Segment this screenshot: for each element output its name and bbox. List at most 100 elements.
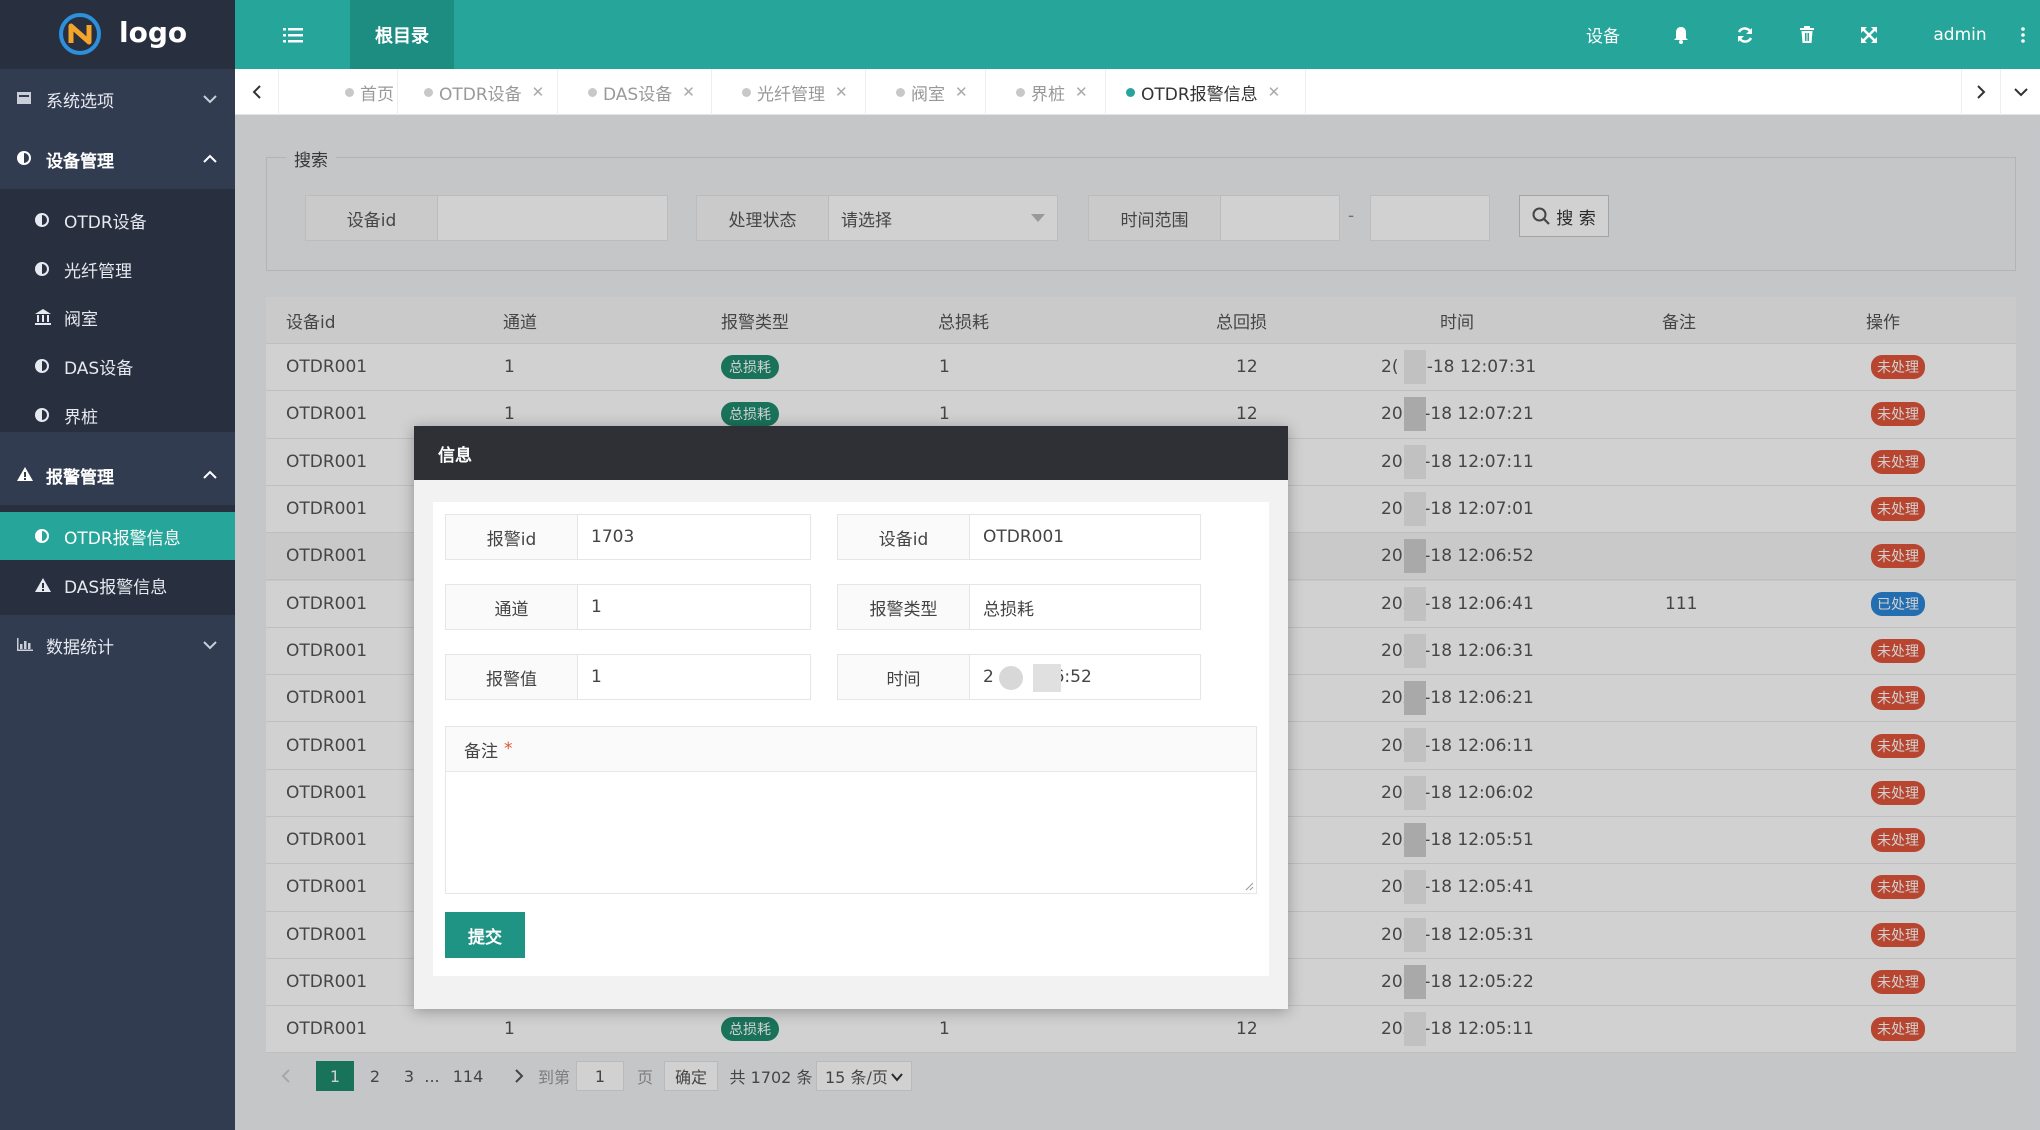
- close-icon[interactable]: ✕: [1268, 83, 1281, 101]
- close-icon[interactable]: ✕: [955, 83, 968, 101]
- chevron-down-icon: [203, 640, 217, 650]
- remark-label: 备注 *: [445, 726, 1257, 772]
- sidebar-item-otdr-device[interactable]: OTDR设备: [0, 196, 235, 244]
- logo-icon: [58, 12, 102, 56]
- modal-body: 报警id 1703 设备id OTDR001 通道 1 报警类型 总损耗 报警值…: [433, 502, 1269, 976]
- chevron-up-icon: [203, 154, 217, 164]
- logo-text: logo: [119, 16, 188, 49]
- tab-bar: 首页 OTDR设备 ✕ DAS设备 ✕ 光纤管理 ✕ 阀室 ✕ 界桩 ✕ OTDR报警信息…: [235, 69, 2040, 115]
- tab-label: 界桩: [1031, 84, 1065, 105]
- menu-toggle-icon[interactable]: [235, 0, 350, 69]
- tab-home[interactable]: 首页: [279, 69, 398, 115]
- alarm-value-field[interactable]: 1: [577, 654, 811, 700]
- submit-button[interactable]: 提交: [445, 912, 525, 958]
- fullscreen-icon[interactable]: [1849, 0, 1889, 69]
- half-circle-icon: [34, 212, 52, 230]
- info-modal: 信息 报警id 1703 设备id OTDR001 通道 1 报警类型 总损耗 …: [414, 426, 1288, 1009]
- sidebar-item-das-alarm[interactable]: DAS报警信息: [0, 561, 235, 609]
- sidebar-item-boundary-marker[interactable]: 界桩: [0, 391, 235, 439]
- half-circle-icon: [34, 261, 52, 279]
- tab-valve-room[interactable]: 阀室 ✕: [866, 69, 986, 115]
- channel-field[interactable]: 1: [577, 584, 811, 630]
- menu-label: 报警管理: [46, 467, 114, 488]
- alarm-id-label: 报警id: [445, 514, 578, 560]
- user-menu[interactable]: admin: [1915, 0, 2005, 69]
- card-icon: [16, 90, 34, 108]
- bell-icon[interactable]: [1661, 0, 1701, 69]
- sidebar-item-label: 阀室: [64, 309, 98, 330]
- modal-title: 信息: [414, 426, 1288, 480]
- sidebar-item-label: 光纤管理: [64, 261, 132, 282]
- alarm-type-label: 报警类型: [837, 584, 970, 630]
- alarm-value-label: 报警值: [445, 654, 578, 700]
- sidebar-item-otdr-alarm[interactable]: OTDR报警信息: [0, 512, 235, 560]
- redaction-blur: [1033, 664, 1061, 692]
- close-icon[interactable]: ✕: [532, 83, 545, 101]
- logo-area: logo: [0, 0, 235, 69]
- remark-label-text: 备注: [464, 741, 498, 762]
- required-mark: *: [504, 739, 513, 759]
- tab-dot: [896, 87, 905, 97]
- chevron-up-icon: [203, 470, 217, 480]
- device-link[interactable]: 设备: [1573, 0, 1633, 69]
- device-id-label: 设备id: [837, 514, 970, 560]
- tab-label: 阀室: [911, 84, 945, 105]
- top-header: 根目录 设备 admin: [235, 0, 2040, 69]
- redaction-blur: [999, 666, 1023, 690]
- menu-label: 系统选项: [46, 91, 114, 112]
- sidebar-item-label: DAS设备: [64, 358, 134, 379]
- remark-textarea[interactable]: [445, 771, 1257, 894]
- tab-das-device[interactable]: DAS设备 ✕: [558, 69, 712, 115]
- channel-label: 通道: [445, 584, 578, 630]
- menu-label: 设备管理: [46, 151, 114, 172]
- tab-otdr-device[interactable]: OTDR设备 ✕: [398, 69, 558, 115]
- sidebar-item-valve-room[interactable]: 阀室: [0, 293, 235, 341]
- tabs-dropdown-icon[interactable]: [2001, 69, 2040, 115]
- tab-fiber[interactable]: 光纤管理 ✕: [712, 69, 866, 115]
- alarm-type-field[interactable]: 总损耗: [969, 584, 1201, 630]
- tab-boundary-marker[interactable]: 界桩 ✕: [986, 69, 1106, 115]
- more-vertical-icon[interactable]: [2013, 0, 2033, 69]
- half-circle-icon: [34, 407, 52, 425]
- close-icon[interactable]: ✕: [835, 83, 848, 101]
- tab-label: 光纤管理: [757, 84, 825, 105]
- time-label: 时间: [837, 654, 970, 700]
- tab-label: OTDR报警信息: [1141, 84, 1258, 105]
- tab-label: DAS设备: [603, 84, 673, 105]
- chevron-down-icon: [203, 94, 217, 104]
- tab-dot: [588, 87, 597, 97]
- trash-icon[interactable]: [1787, 0, 1827, 69]
- sidebar-item-label: OTDR报警信息: [64, 528, 181, 549]
- tab-label: OTDR设备: [439, 84, 522, 105]
- tabs-scroll-left-icon[interactable]: [235, 69, 279, 115]
- resize-handle-icon[interactable]: [1244, 881, 1254, 891]
- bar-chart-icon: [16, 636, 34, 654]
- alarm-id-field[interactable]: 1703: [577, 514, 811, 560]
- close-icon[interactable]: ✕: [1075, 83, 1088, 101]
- close-icon[interactable]: ✕: [682, 83, 695, 101]
- warning-icon: [34, 577, 52, 595]
- tab-otdr-alarm[interactable]: OTDR报警信息 ✕: [1106, 69, 1306, 115]
- root-directory-tab[interactable]: 根目录: [350, 0, 454, 69]
- sidebar-item-fiber[interactable]: 光纤管理: [0, 245, 235, 293]
- menu-system-options[interactable]: 系统选项: [0, 69, 235, 129]
- sidebar-item-label: DAS报警信息: [64, 577, 168, 598]
- sidebar: logo 系统选项 设备管理 OTDR设备 光纤管理 阀室 DAS设备 界桩 报…: [0, 0, 235, 1130]
- half-circle-icon: [34, 528, 52, 546]
- menu-device-management[interactable]: 设备管理: [0, 129, 235, 189]
- refresh-icon[interactable]: [1725, 0, 1765, 69]
- menu-label: 数据统计: [46, 637, 114, 658]
- tabs-scroll-right-icon[interactable]: [1961, 69, 2001, 115]
- warning-icon: [16, 466, 34, 484]
- tab-dot: [1126, 87, 1135, 97]
- half-circle-icon: [16, 150, 34, 168]
- menu-alarm-management[interactable]: 报警管理: [0, 445, 235, 505]
- device-id-field[interactable]: OTDR001: [969, 514, 1201, 560]
- tab-dot: [742, 87, 751, 97]
- tab-label: 首页: [360, 84, 394, 105]
- tab-dot: [424, 87, 433, 97]
- menu-statistics[interactable]: 数据统计: [0, 615, 235, 675]
- tab-dot: [345, 87, 354, 97]
- sidebar-item-label: 界桩: [64, 407, 98, 428]
- sidebar-item-das-device[interactable]: DAS设备: [0, 342, 235, 390]
